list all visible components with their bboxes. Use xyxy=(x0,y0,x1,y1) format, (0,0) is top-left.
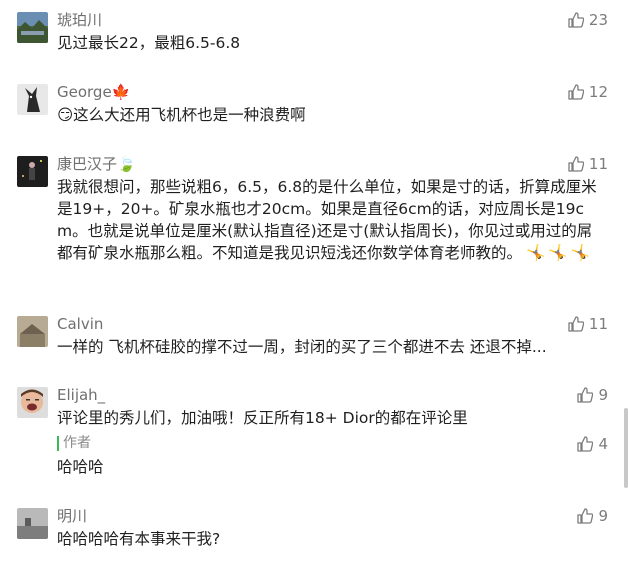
scrollbar[interactable] xyxy=(624,408,628,488)
nickname[interactable]: 康巴汉子🍃 xyxy=(57,155,136,173)
comment-text: 😏这么大还用飞机杯也是一种浪费啊 xyxy=(57,106,306,124)
author-reply-text: 哈哈哈 xyxy=(57,458,104,476)
thumbs-up-icon xyxy=(577,436,594,452)
comment-item: George🍁 😏这么大还用飞机杯也是一种浪费啊 12 xyxy=(0,72,628,142)
nickname[interactable]: Elijah_ xyxy=(57,386,105,404)
thumbs-up-icon xyxy=(577,508,594,524)
like-count: 23 xyxy=(588,11,608,29)
comment-item: 明川 哈哈哈哈有本事来干我? 9 xyxy=(0,496,628,566)
grey-landscape-avatar-icon[interactable] xyxy=(17,508,48,539)
like-count: 11 xyxy=(588,315,608,333)
comment-item: Elijah_ 评论里的秀儿们，加油哦！反正所有18+ Dior的都在评论里 9… xyxy=(0,375,628,495)
thumbs-up-icon xyxy=(577,387,594,403)
like-count: 9 xyxy=(598,386,608,404)
building-avatar-icon[interactable] xyxy=(17,316,48,347)
like-count: 4 xyxy=(598,435,608,453)
shrug-emoji: 🤸🤸🤸 xyxy=(526,244,593,262)
thumbs-up-icon xyxy=(568,12,584,28)
nickname[interactable]: 琥珀川 xyxy=(57,11,102,29)
like-button[interactable]: 12 xyxy=(568,82,608,102)
comment-item: 康巴汉子🍃 我就很想问，那些说粗6，6.5，6.8的是什么单位，如果是寸的话，折… xyxy=(0,144,628,304)
comment-text: 哈哈哈哈有本事来干我? xyxy=(57,530,221,548)
landscape-avatar-icon[interactable] xyxy=(17,12,48,43)
like-count: 9 xyxy=(598,507,608,525)
like-button[interactable]: 9 xyxy=(577,385,608,405)
nickname[interactable]: 明川 xyxy=(57,507,87,525)
author-reply-marker xyxy=(57,436,59,451)
like-button[interactable]: 11 xyxy=(568,314,608,334)
thumbs-up-icon xyxy=(568,316,584,332)
dark-figure-avatar-icon[interactable] xyxy=(17,156,48,187)
nickname[interactable]: Calvin xyxy=(57,315,103,333)
reply-like-button[interactable]: 4 xyxy=(577,434,608,454)
like-button[interactable]: 11 xyxy=(568,154,608,174)
comment-item: Calvin 一样的 飞机杯硅胶的撑不过一周，封闭的买了三个都进不去 还退不掉.… xyxy=(0,304,628,374)
like-button[interactable]: 23 xyxy=(568,10,608,30)
comment-item: 琥珀川 见过最长22，最粗6.5-6.8 23 xyxy=(0,0,628,70)
like-count: 12 xyxy=(588,83,608,101)
comment-text: 一样的 飞机杯硅胶的撑不过一周，封闭的买了三个都进不去 还退不掉... xyxy=(57,338,547,356)
bird-avatar-icon[interactable] xyxy=(17,84,48,115)
thumbs-up-icon xyxy=(568,156,584,172)
author-label: 作者 xyxy=(63,435,91,451)
comment-text: 评论里的秀儿们，加油哦！反正所有18+ Dior的都在评论里 xyxy=(57,409,468,427)
laughing-child-avatar-icon[interactable] xyxy=(17,387,48,418)
like-count: 11 xyxy=(588,155,608,173)
comment-text: 我就很想问，那些说粗6，6.5，6.8的是什么单位，如果是寸的话，折算成厘米是1… xyxy=(57,178,597,262)
comment-list: 琥珀川 见过最长22，最粗6.5-6.8 23 George🍁 😏这么大还用飞机… xyxy=(0,0,628,569)
thumbs-up-icon xyxy=(568,84,584,100)
comment-text: 见过最长22，最粗6.5-6.8 xyxy=(57,34,241,52)
like-button[interactable]: 9 xyxy=(577,506,608,526)
nickname[interactable]: George🍁 xyxy=(57,83,130,101)
